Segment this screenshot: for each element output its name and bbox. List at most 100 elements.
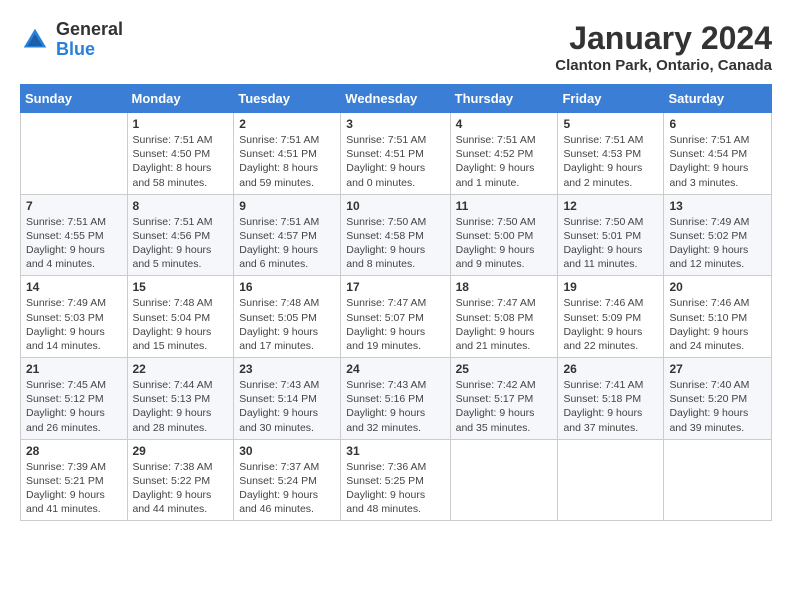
day-info: Sunrise: 7:47 AMSunset: 5:07 PMDaylight:… [346, 296, 444, 353]
day-number: 15 [133, 280, 229, 294]
day-info: Sunrise: 7:38 AMSunset: 5:22 PMDaylight:… [133, 460, 229, 517]
day-info: Sunrise: 7:51 AMSunset: 4:57 PMDaylight:… [239, 215, 335, 272]
day-info: Sunrise: 7:51 AMSunset: 4:55 PMDaylight:… [26, 215, 122, 272]
day-number: 12 [563, 199, 658, 213]
calendar-cell: 30Sunrise: 7:37 AMSunset: 5:24 PMDayligh… [234, 439, 341, 521]
calendar-cell: 11Sunrise: 7:50 AMSunset: 5:00 PMDayligh… [450, 194, 558, 276]
logo-general: General [56, 20, 123, 40]
day-info: Sunrise: 7:44 AMSunset: 5:13 PMDaylight:… [133, 378, 229, 435]
day-number: 23 [239, 362, 335, 376]
location-subtitle: Clanton Park, Ontario, Canada [555, 57, 772, 74]
calendar-cell: 14 Sunrise: 7:49 AMSunset: 5:03 PMDayligh… [21, 276, 128, 358]
calendar-cell: 23Sunrise: 7:43 AMSunset: 5:14 PMDayligh… [234, 358, 341, 440]
day-info: Sunrise: 7:42 AMSunset: 5:17 PMDaylight:… [456, 378, 553, 435]
calendar-header-thursday: Thursday [450, 85, 558, 113]
calendar-cell: 24 Sunrise: 7:43 AMSunset: 5:16 PMDayligh… [341, 358, 450, 440]
calendar-cell: 19 Sunrise: 7:46 AMSunset: 5:09 PMDayligh… [558, 276, 664, 358]
calendar-cell: 28 Sunrise: 7:39 AMSunset: 5:21 PMDayligh… [21, 439, 128, 521]
calendar-cell: 21 Sunrise: 7:45 AMSunset: 5:12 PMDayligh… [21, 358, 128, 440]
day-info: Sunrise: 7:46 AMSunset: 5:10 PMDaylight:… [669, 296, 766, 353]
day-info: Sunrise: 7:48 AMSunset: 5:05 PMDaylight:… [239, 296, 335, 353]
day-info: Sunrise: 7:45 AMSunset: 5:12 PMDaylight:… [26, 378, 122, 435]
day-number: 16 [239, 280, 335, 294]
day-number: 17 [346, 280, 444, 294]
day-info: Sunrise: 7:47 AMSunset: 5:08 PMDaylight:… [456, 296, 553, 353]
calendar-cell: 6 Sunrise: 7:51 AMSunset: 4:54 PMDaylight… [664, 113, 772, 195]
day-number: 14 [26, 280, 122, 294]
calendar-cell: 9 Sunrise: 7:51 AMSunset: 4:57 PMDaylight… [234, 194, 341, 276]
day-info: Sunrise: 7:41 AMSunset: 5:18 PMDaylight:… [563, 378, 658, 435]
day-info: Sunrise: 7:51 AMSunset: 4:54 PMDaylight:… [669, 133, 766, 190]
calendar-week-row: 1 Sunrise: 7:51 AMSunset: 4:50 PMDaylight… [21, 113, 772, 195]
calendar-week-row: 28 Sunrise: 7:39 AMSunset: 5:21 PMDayligh… [21, 439, 772, 521]
day-number: 13 [669, 199, 766, 213]
calendar-cell: 15 Sunrise: 7:48 AMSunset: 5:04 PMDayligh… [127, 276, 234, 358]
day-info: Sunrise: 7:48 AMSunset: 5:04 PMDaylight:… [133, 296, 229, 353]
day-number: 24 [346, 362, 444, 376]
calendar-cell: 26 Sunrise: 7:41 AMSunset: 5:18 PMDayligh… [558, 358, 664, 440]
day-number: 9 [239, 199, 335, 213]
calendar-cell: 18 Sunrise: 7:47 AMSunset: 5:08 PMDayligh… [450, 276, 558, 358]
day-number: 19 [563, 280, 658, 294]
calendar-cell: 10Sunrise: 7:50 AMSunset: 4:58 PMDayligh… [341, 194, 450, 276]
calendar-cell: 3 Sunrise: 7:51 AMSunset: 4:51 PMDaylight… [341, 113, 450, 195]
day-info: Sunrise: 7:51 AMSunset: 4:52 PMDaylight:… [456, 133, 553, 190]
calendar-cell [21, 113, 128, 195]
day-info: Sunrise: 7:49 AMSunset: 5:03 PMDaylight:… [26, 296, 122, 353]
calendar-week-row: 14 Sunrise: 7:49 AMSunset: 5:03 PMDayligh… [21, 276, 772, 358]
day-number: 18 [456, 280, 553, 294]
day-number: 31 [346, 444, 444, 458]
calendar-cell [664, 439, 772, 521]
page-header: General Blue January 2024 Clanton Park, … [20, 20, 772, 74]
logo-icon [20, 25, 50, 55]
title-block: January 2024 Clanton Park, Ontario, Cana… [555, 20, 772, 74]
logo: General Blue [20, 20, 123, 60]
day-info: Sunrise: 7:50 AMSunset: 5:01 PMDaylight:… [563, 215, 658, 272]
day-info: Sunrise: 7:49 AMSunset: 5:02 PMDaylight:… [669, 215, 766, 272]
calendar-cell: 27 Sunrise: 7:40 AMSunset: 5:20 PMDayligh… [664, 358, 772, 440]
day-number: 4 [456, 117, 553, 131]
calendar-cell: 16 Sunrise: 7:48 AMSunset: 5:05 PMDayligh… [234, 276, 341, 358]
calendar-cell: 29Sunrise: 7:38 AMSunset: 5:22 PMDayligh… [127, 439, 234, 521]
calendar-cell [450, 439, 558, 521]
day-info: Sunrise: 7:46 AMSunset: 5:09 PMDaylight:… [563, 296, 658, 353]
day-number: 2 [239, 117, 335, 131]
calendar-header-saturday: Saturday [664, 85, 772, 113]
day-number: 22 [133, 362, 229, 376]
day-number: 27 [669, 362, 766, 376]
calendar-header-friday: Friday [558, 85, 664, 113]
calendar-cell [558, 439, 664, 521]
day-info: Sunrise: 7:40 AMSunset: 5:20 PMDaylight:… [669, 378, 766, 435]
day-number: 20 [669, 280, 766, 294]
day-info: Sunrise: 7:51 AMSunset: 4:50 PMDaylight:… [133, 133, 229, 190]
day-info: Sunrise: 7:50 AMSunset: 5:00 PMDaylight:… [456, 215, 553, 272]
day-number: 7 [26, 199, 122, 213]
calendar-header-sunday: Sunday [21, 85, 128, 113]
day-number: 8 [133, 199, 229, 213]
day-number: 6 [669, 117, 766, 131]
calendar-cell: 8 Sunrise: 7:51 AMSunset: 4:56 PMDaylight… [127, 194, 234, 276]
logo-text: General Blue [56, 20, 123, 60]
day-number: 25 [456, 362, 553, 376]
day-info: Sunrise: 7:39 AMSunset: 5:21 PMDaylight:… [26, 460, 122, 517]
calendar-cell: 17 Sunrise: 7:47 AMSunset: 5:07 PMDayligh… [341, 276, 450, 358]
calendar-cell: 7 Sunrise: 7:51 AMSunset: 4:55 PMDaylight… [21, 194, 128, 276]
calendar-cell: 31Sunrise: 7:36 AMSunset: 5:25 PMDayligh… [341, 439, 450, 521]
day-number: 1 [133, 117, 229, 131]
day-number: 28 [26, 444, 122, 458]
day-info: Sunrise: 7:43 AMSunset: 5:16 PMDaylight:… [346, 378, 444, 435]
day-number: 30 [239, 444, 335, 458]
day-number: 26 [563, 362, 658, 376]
day-number: 5 [563, 117, 658, 131]
calendar-cell: 2 Sunrise: 7:51 AMSunset: 4:51 PMDaylight… [234, 113, 341, 195]
calendar-cell: 22 Sunrise: 7:44 AMSunset: 5:13 PMDayligh… [127, 358, 234, 440]
day-info: Sunrise: 7:51 AMSunset: 4:51 PMDaylight:… [346, 133, 444, 190]
day-number: 3 [346, 117, 444, 131]
logo-blue: Blue [56, 40, 123, 60]
calendar-header-wednesday: Wednesday [341, 85, 450, 113]
day-info: Sunrise: 7:51 AMSunset: 4:56 PMDaylight:… [133, 215, 229, 272]
day-info: Sunrise: 7:51 AMSunset: 4:53 PMDaylight:… [563, 133, 658, 190]
day-number: 21 [26, 362, 122, 376]
day-info: Sunrise: 7:51 AMSunset: 4:51 PMDaylight:… [239, 133, 335, 190]
calendar-header-row: SundayMondayTuesdayWednesdayThursdayFrid… [21, 85, 772, 113]
